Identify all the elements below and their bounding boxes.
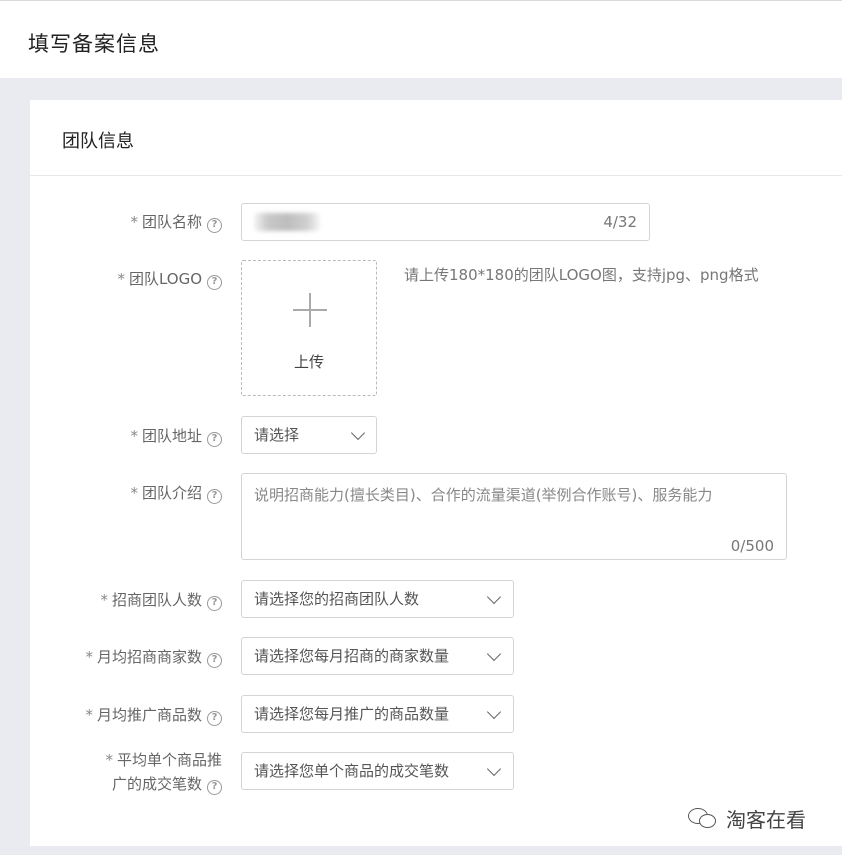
team-size-label: * 招商团队人数? [100,589,222,611]
required-mark: * [130,213,138,231]
required-mark: * [85,706,93,724]
help-icon[interactable]: ? [207,596,222,611]
monthly-products-label-text: 月均推广商品数 [96,706,202,724]
team-address-value: 请选择 [254,426,300,444]
page-header: 填写备案信息 [0,0,842,78]
help-icon[interactable]: ? [207,711,222,726]
team-name-blurred-value [254,213,320,231]
chevron-down-icon [350,425,366,441]
team-intro-counter: 0/500 [730,537,774,555]
team-logo-label: * 团队LOGO? [117,268,222,290]
help-icon[interactable]: ? [207,489,222,504]
avg-deals-select[interactable]: 请选择您单个商品的成交笔数 [241,752,514,790]
team-name-label: * 团队名称? [130,211,222,233]
chevron-down-icon [486,646,502,662]
team-size-value: 请选择您的招商团队人数 [254,590,420,608]
chevron-down-icon [486,704,502,720]
required-mark: * [85,648,93,666]
team-name-input[interactable]: 4/32 [241,203,650,241]
team-intro-textarea[interactable]: 说明招商能力(擅长类目)、合作的流量渠道(举例合作账号)、服务能力 0/500 [241,473,787,560]
watermark-text: 淘客在看 [726,808,806,832]
plus-icon-vertical [309,293,311,327]
team-address-label: * 团队地址? [130,425,222,447]
logo-upload-box[interactable]: 上传 [241,260,377,396]
required-mark: * [100,591,108,609]
avg-deals-label-line2: 广的成交笔数 [111,775,202,793]
monthly-merchants-select[interactable]: 请选择您每月招商的商家数量 [241,637,514,675]
help-icon[interactable]: ? [207,653,222,668]
monthly-merchants-label: * 月均招商商家数? [85,646,222,668]
team-intro-placeholder: 说明招商能力(擅长类目)、合作的流量渠道(举例合作账号)、服务能力 [254,486,713,504]
monthly-products-select[interactable]: 请选择您每月推广的商品数量 [241,695,514,733]
help-icon[interactable]: ? [207,432,222,447]
avg-deals-value: 请选择您单个商品的成交笔数 [254,762,450,780]
team-name-counter: 4/32 [603,213,637,231]
chevron-down-icon [486,589,502,605]
required-mark: * [130,427,138,445]
avg-deals-label: * 平均单个商品推 广的成交笔数? [105,749,222,795]
team-address-select[interactable]: 请选择 [241,416,377,454]
page-title: 填写备案信息 [28,32,160,56]
team-size-label-text: 招商团队人数 [111,591,202,609]
wechat-icon [688,807,718,830]
required-mark: * [105,751,113,769]
team-size-select[interactable]: 请选择您的招商团队人数 [241,580,514,618]
required-mark: * [130,484,138,502]
monthly-merchants-value: 请选择您每月招商的商家数量 [254,647,450,665]
monthly-merchants-label-text: 月均招商商家数 [96,648,202,666]
monthly-products-label: * 月均推广商品数? [85,704,222,726]
chevron-down-icon [486,761,502,777]
team-address-label-text: 团队地址 [141,427,202,445]
team-name-label-text: 团队名称 [141,213,202,231]
help-icon[interactable]: ? [207,218,222,233]
watermark: 淘客在看 [688,804,806,833]
required-mark: * [117,270,125,288]
section-title: 团队信息 [62,131,134,152]
logo-upload-hint: 请上传180*180的团队LOGO图，支持jpg、png格式 [404,266,759,284]
team-intro-label: * 团队介绍? [130,482,222,504]
team-intro-label-text: 团队介绍 [141,484,202,502]
help-icon[interactable]: ? [207,275,222,290]
help-icon[interactable]: ? [207,780,222,795]
monthly-products-value: 请选择您每月推广的商品数量 [254,705,450,723]
avg-deals-label-line1: 平均单个商品推 [116,751,222,769]
card-header: 团队信息 [30,100,842,176]
team-logo-label-text: 团队LOGO [128,270,202,288]
upload-label: 上传 [293,353,324,371]
